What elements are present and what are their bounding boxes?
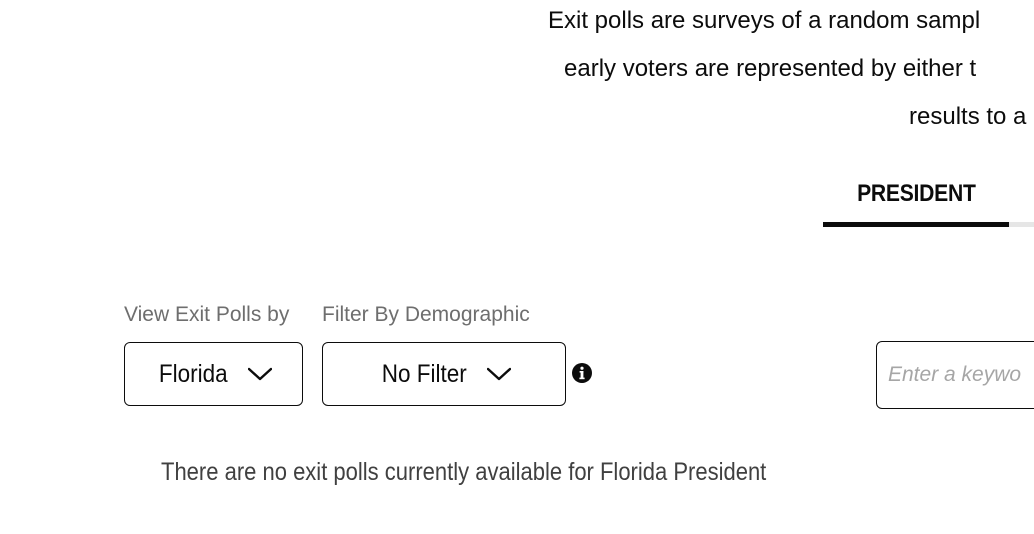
state-dropdown[interactable]: Florida: [124, 342, 303, 406]
demographic-dropdown[interactable]: No Filter: [322, 342, 566, 406]
demographic-dropdown-value: No Filter: [381, 359, 467, 388]
keyword-search-input[interactable]: [876, 341, 1034, 409]
intro-text-line-2: early voters are represented by either t: [564, 55, 977, 82]
demographic-filter-label: Filter By Demographic: [322, 303, 530, 326]
info-circle-icon[interactable]: [572, 363, 592, 383]
intro-text-line-3: results to a: [909, 103, 1027, 130]
no-exit-polls-message: There are no exit polls currently availa…: [161, 458, 767, 486]
intro-text-line-1: Exit polls are surveys of a random sampl: [548, 7, 981, 34]
exit-polls-page: Exit polls are surveys of a random sampl…: [0, 0, 1034, 534]
state-dropdown-value: Florida: [159, 359, 228, 388]
tab-bar-rail: [1008, 222, 1034, 227]
chevron-down-icon: [247, 367, 272, 381]
tab-president[interactable]: PRESIDENT: [823, 170, 1009, 227]
view-by-label: View Exit Polls by: [124, 303, 290, 326]
chevron-down-icon: [487, 367, 512, 381]
tab-president-label: PRESIDENT: [856, 180, 976, 207]
